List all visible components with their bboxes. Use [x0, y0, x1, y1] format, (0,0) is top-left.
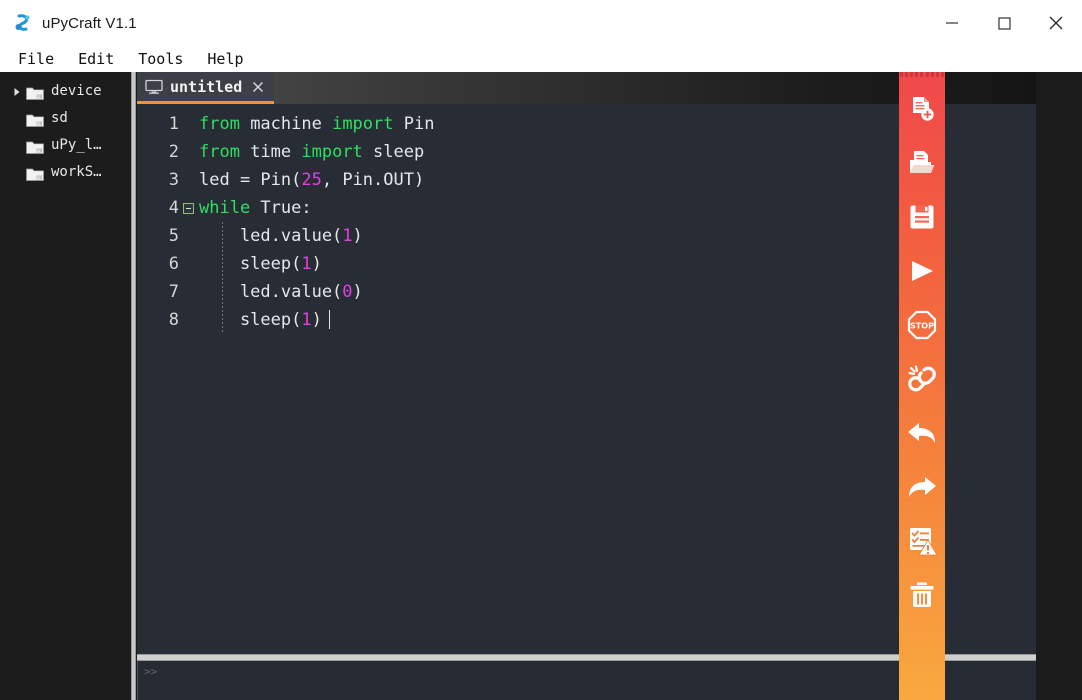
- line-number: 2: [168, 142, 179, 162]
- menu-item-file[interactable]: File: [18, 46, 54, 72]
- redo-button[interactable]: [899, 460, 945, 514]
- new-file-button[interactable]: [899, 82, 945, 136]
- code-text: led.value(0): [199, 282, 363, 302]
- chevron-right-icon[interactable]: [10, 85, 24, 99]
- tree-item-device[interactable]: device: [0, 78, 131, 105]
- menu-item-tools[interactable]: Tools: [138, 46, 183, 72]
- menu-bar: File Edit Tools Help: [0, 46, 1082, 72]
- line-number: 7: [168, 282, 179, 302]
- console-prompt: >>: [144, 665, 158, 678]
- line-number: 1: [168, 114, 179, 134]
- window-controls: [926, 0, 1082, 46]
- code-text: sleep(1): [197, 310, 330, 330]
- stop-button[interactable]: STOP: [899, 298, 945, 352]
- disconnect-button[interactable]: [899, 352, 945, 406]
- perforated-edge-decoration: [899, 72, 945, 78]
- tree-item-label: sd: [51, 110, 68, 126]
- tree-item-sd[interactable]: sd: [0, 105, 131, 132]
- syntax-check-button[interactable]: [899, 514, 945, 568]
- code-text: led.value(1): [199, 226, 363, 246]
- upycraft-window: uPyCraft V1.1 File Edit Tools Help devic…: [0, 0, 1082, 700]
- line-number: 8: [168, 310, 179, 330]
- monitor-icon: [145, 79, 163, 95]
- code-text: led = Pin(25, Pin.OUT): [199, 170, 425, 190]
- menu-item-help[interactable]: Help: [207, 46, 243, 72]
- folder-icon: [26, 112, 44, 127]
- maximize-icon[interactable]: [978, 0, 1030, 46]
- tab-label: untitled: [170, 77, 243, 96]
- text-cursor: [328, 310, 330, 329]
- undo-button[interactable]: [899, 406, 945, 460]
- svg-text:STOP: STOP: [910, 322, 934, 331]
- code-text: from time import sleep: [199, 142, 425, 162]
- save-file-button[interactable]: [899, 190, 945, 244]
- minimize-icon[interactable]: [926, 0, 978, 46]
- delete-button[interactable]: [899, 568, 945, 622]
- tree-item-upyl[interactable]: uPy_l…: [0, 132, 131, 159]
- folder-icon: [26, 85, 44, 100]
- file-tree-sidebar: device sd uPy_l… workS…: [0, 72, 131, 700]
- title-bar: uPyCraft V1.1: [0, 0, 1082, 46]
- action-toolbar: STOP: [899, 72, 945, 700]
- sidebar-splitter[interactable]: [131, 72, 136, 700]
- open-file-button[interactable]: [899, 136, 945, 190]
- main-region: device sd uPy_l… workS… untitled 1 from …: [0, 72, 1082, 700]
- upycraft-logo-icon: [12, 12, 34, 34]
- close-icon[interactable]: [250, 79, 266, 95]
- folder-icon: [26, 139, 44, 154]
- tree-item-works[interactable]: workS…: [0, 159, 131, 186]
- code-text: while True:: [199, 198, 312, 218]
- tree-item-label: uPy_l…: [51, 137, 102, 153]
- tree-item-label: workS…: [51, 164, 102, 180]
- line-number: 4: [168, 198, 179, 218]
- menu-item-edit[interactable]: Edit: [78, 46, 114, 72]
- window-title: uPyCraft V1.1: [42, 14, 137, 32]
- run-button[interactable]: [899, 244, 945, 298]
- line-number: 5: [168, 226, 179, 246]
- close-icon[interactable]: [1030, 0, 1082, 46]
- tab-untitled[interactable]: untitled: [137, 72, 275, 104]
- tree-item-label: device: [51, 83, 102, 99]
- line-number: 6: [168, 254, 179, 274]
- fold-collapse-icon[interactable]: [179, 202, 197, 214]
- folder-icon: [26, 166, 44, 181]
- line-number: 3: [168, 170, 179, 190]
- code-text: from machine import Pin: [199, 114, 435, 134]
- code-text: sleep(1): [199, 254, 322, 274]
